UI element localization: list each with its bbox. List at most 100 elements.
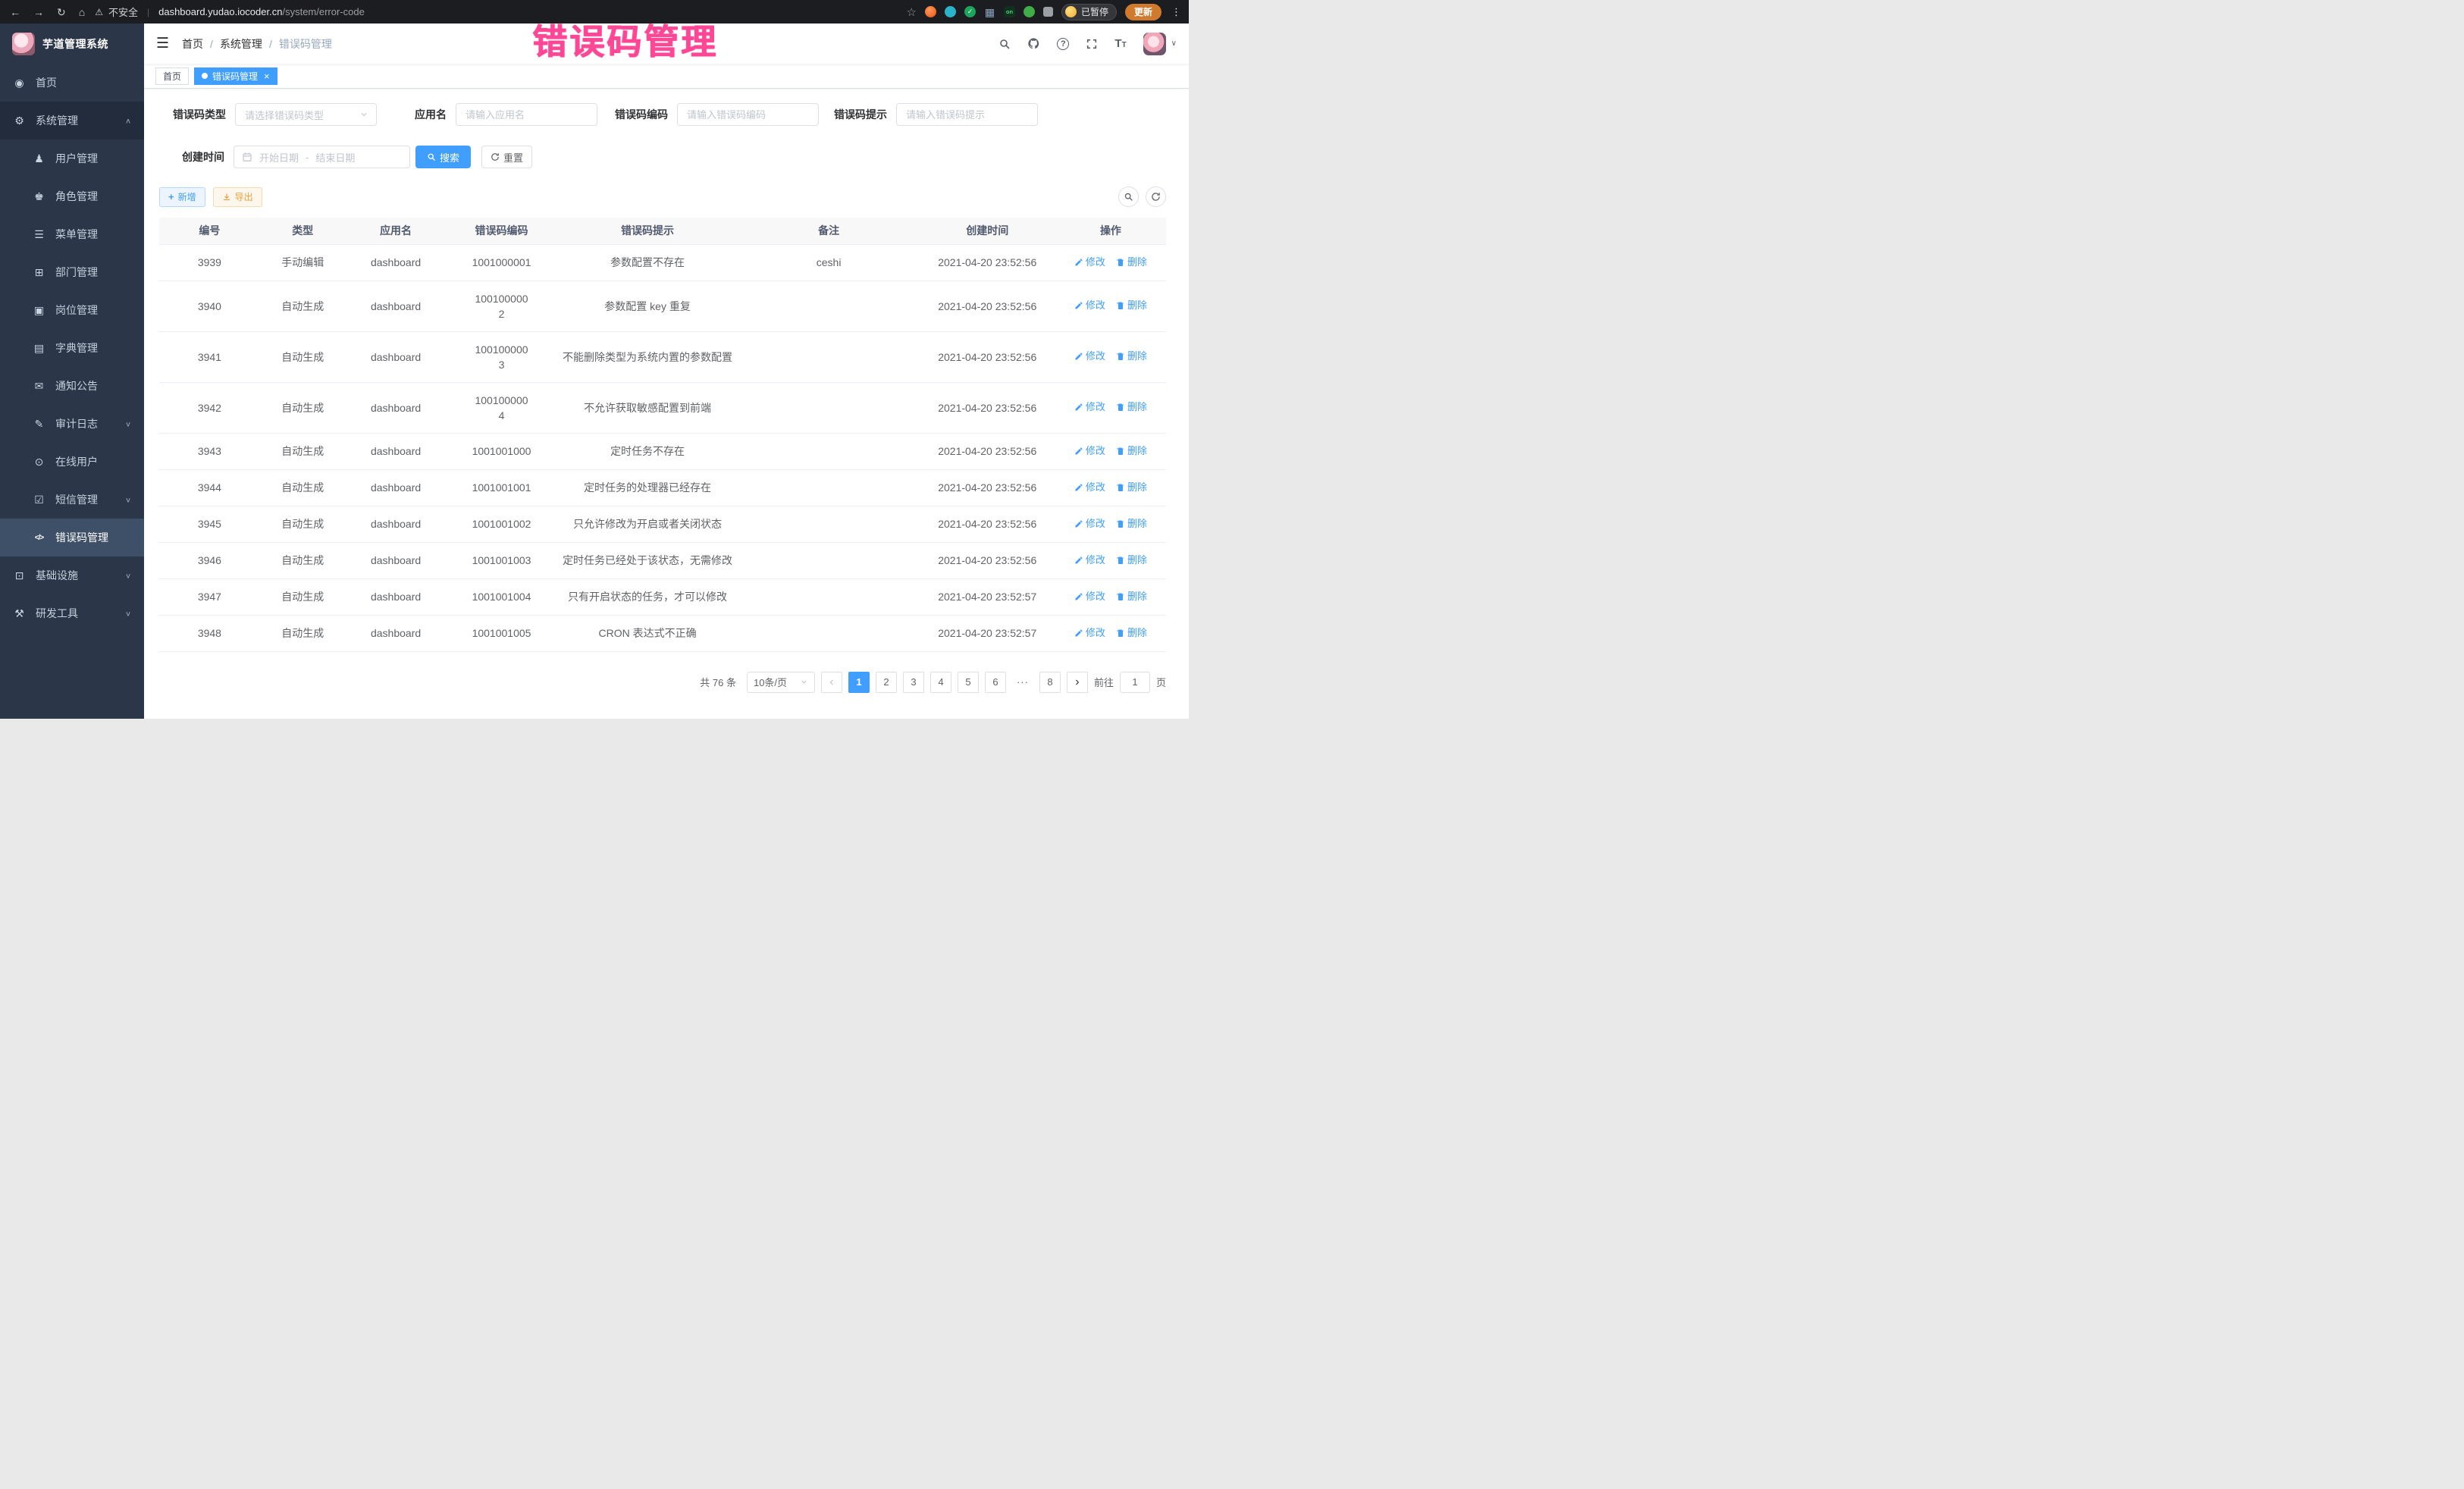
export-button[interactable]: 导出: [213, 187, 262, 207]
add-button[interactable]: + 新增: [159, 187, 205, 207]
sidebar-item-menu-management[interactable]: ☰ 菜单管理: [0, 215, 144, 253]
error-type-select[interactable]: 请选择错误码类型: [235, 103, 377, 126]
cell-id: 3942: [159, 382, 260, 433]
active-tab-dot: [202, 73, 208, 79]
edit-link[interactable]: 修改: [1074, 553, 1105, 568]
reload-icon[interactable]: ↻: [57, 7, 66, 17]
edit-link[interactable]: 修改: [1074, 400, 1105, 415]
extension-icon-teal[interactable]: [945, 6, 956, 17]
sidebar-item-error-code-management[interactable]: </> 错误码管理: [0, 519, 144, 556]
cell-message: 定时任务不存在: [557, 433, 738, 469]
delete-link[interactable]: 删除: [1116, 400, 1147, 415]
refresh-table-button[interactable]: [1146, 187, 1166, 207]
extensions-puzzle-icon[interactable]: [1043, 7, 1053, 17]
fullscreen-icon[interactable]: [1086, 38, 1098, 50]
edit-link[interactable]: 修改: [1074, 589, 1105, 604]
header-search-icon[interactable]: [998, 38, 1011, 50]
tab-home[interactable]: 首页: [155, 67, 189, 85]
tab-error-code[interactable]: 错误码管理 ×: [194, 67, 277, 85]
prev-page-button[interactable]: ‹: [821, 672, 842, 693]
page-size-select[interactable]: 10条/页: [747, 672, 815, 693]
goto-page-input[interactable]: [1120, 672, 1150, 693]
breadcrumb-home[interactable]: 首页: [182, 36, 203, 52]
error-code-input[interactable]: [677, 103, 819, 126]
help-icon[interactable]: ?: [1057, 38, 1069, 50]
delete-link[interactable]: 删除: [1116, 589, 1147, 604]
page-button-4[interactable]: 4: [930, 672, 951, 693]
sidebar-item-dict-management[interactable]: ▤ 字典管理: [0, 329, 144, 367]
extension-icon-green[interactable]: [1024, 6, 1035, 17]
end-date-placeholder: 结束日期: [315, 150, 355, 165]
close-tab-icon[interactable]: ×: [264, 71, 270, 81]
sidebar-item-audit-log[interactable]: ✎ 审计日志 ∨: [0, 405, 144, 443]
sidebar-item-dept-management[interactable]: ⊞ 部门管理: [0, 253, 144, 291]
chevron-icon: ∧: [125, 116, 131, 124]
sidebar-item-online-users[interactable]: ⊙ 在线用户: [0, 443, 144, 481]
font-size-icon[interactable]: TT: [1114, 37, 1126, 50]
browser-right-cluster: ☆ ✓ ▦ on 已暂停 更新 ⋮: [907, 4, 1189, 20]
trash-icon: [1116, 556, 1125, 565]
edit-link[interactable]: 修改: [1074, 255, 1105, 270]
date-range-picker[interactable]: 开始日期 - 结束日期: [234, 146, 410, 168]
search-button[interactable]: 搜索: [415, 146, 471, 168]
forward-icon[interactable]: →: [33, 7, 44, 17]
page-button-6[interactable]: 6: [985, 672, 1006, 693]
edit-link[interactable]: 修改: [1074, 625, 1105, 641]
delete-link[interactable]: 删除: [1116, 480, 1147, 495]
toggle-search-button[interactable]: [1118, 187, 1139, 207]
sidebar-item-infrastructure[interactable]: ⊡ 基础设施 ∨: [0, 556, 144, 594]
browser-menu-icon[interactable]: ⋮: [1171, 6, 1181, 18]
extension-icon-orange[interactable]: [925, 6, 936, 17]
sidebar-item-system-management[interactable]: ⚙ 系统管理 ∧: [0, 102, 144, 139]
page-button-5[interactable]: 5: [958, 672, 979, 693]
delete-link[interactable]: 删除: [1116, 444, 1147, 459]
edit-link[interactable]: 修改: [1074, 349, 1105, 364]
reset-button[interactable]: 重置: [481, 146, 532, 168]
sidebar-item-dev-tools[interactable]: ⚒ 研发工具 ∨: [0, 594, 144, 632]
address-bar[interactable]: ⚠ 不安全 | dashboard.yudao.iocoder.cn/syste…: [95, 5, 365, 19]
sidebar-menu: ◉ 首页 ⚙ 系统管理 ∧ ♟ 用户管理 ♚ 角色管理 ☰ 菜单管理 ⊞ 部门管…: [0, 64, 144, 632]
delete-link[interactable]: 删除: [1116, 625, 1147, 641]
edit-link[interactable]: 修改: [1074, 298, 1105, 313]
sidebar-item-sms-management[interactable]: ☑ 短信管理 ∨: [0, 481, 144, 519]
next-page-button[interactable]: ›: [1067, 672, 1088, 693]
update-button[interactable]: 更新: [1125, 4, 1161, 20]
sidebar-toggle-icon[interactable]: ☰: [156, 35, 169, 52]
cell-code: 1001001004: [446, 578, 556, 615]
edit-link[interactable]: 修改: [1074, 480, 1105, 495]
breadcrumb-system[interactable]: 系统管理: [220, 36, 262, 52]
sidebar-item-user-management[interactable]: ♟ 用户管理: [0, 139, 144, 177]
error-msg-input[interactable]: [896, 103, 1038, 126]
delete-link[interactable]: 删除: [1116, 553, 1147, 568]
sidebar-item-role-management[interactable]: ♚ 角色管理: [0, 177, 144, 215]
page-button-2[interactable]: 2: [876, 672, 897, 693]
app-name-input[interactable]: [456, 103, 597, 126]
delete-link[interactable]: 删除: [1116, 298, 1147, 313]
avatar: [1143, 33, 1166, 55]
extension-icon-on-badge[interactable]: on: [1004, 6, 1015, 17]
sidebar-item-home[interactable]: ◉ 首页: [0, 64, 144, 102]
back-icon[interactable]: ←: [10, 7, 20, 17]
chevron-icon: ∨: [125, 495, 131, 503]
user-avatar-menu[interactable]: ∨: [1143, 33, 1177, 55]
delete-link[interactable]: 删除: [1116, 349, 1147, 364]
profile-paused-chip[interactable]: 已暂停: [1061, 4, 1117, 20]
infra-icon: ⊡: [13, 569, 26, 582]
sidebar-item-notice-management[interactable]: ✉ 通知公告: [0, 367, 144, 405]
edit-link[interactable]: 修改: [1074, 444, 1105, 459]
tags-bar: 首页 错误码管理 ×: [144, 64, 1189, 89]
extension-icon-grid[interactable]: ▦: [984, 6, 995, 17]
page-button-8[interactable]: 8: [1039, 672, 1061, 693]
sidebar-logo[interactable]: 芋道管理系统: [0, 24, 144, 64]
bookmark-star-icon[interactable]: ☆: [907, 5, 917, 19]
home-icon[interactable]: ⌂: [79, 7, 85, 17]
security-warning-label: 不安全: [108, 5, 138, 19]
page-button-1[interactable]: 1: [848, 672, 870, 693]
extension-icon-green-check[interactable]: ✓: [964, 6, 976, 17]
delete-link[interactable]: 删除: [1116, 255, 1147, 270]
github-icon[interactable]: [1027, 37, 1040, 50]
sidebar-item-post-management[interactable]: ▣ 岗位管理: [0, 291, 144, 329]
delete-link[interactable]: 删除: [1116, 516, 1147, 531]
page-button-3[interactable]: 3: [903, 672, 924, 693]
edit-link[interactable]: 修改: [1074, 516, 1105, 531]
